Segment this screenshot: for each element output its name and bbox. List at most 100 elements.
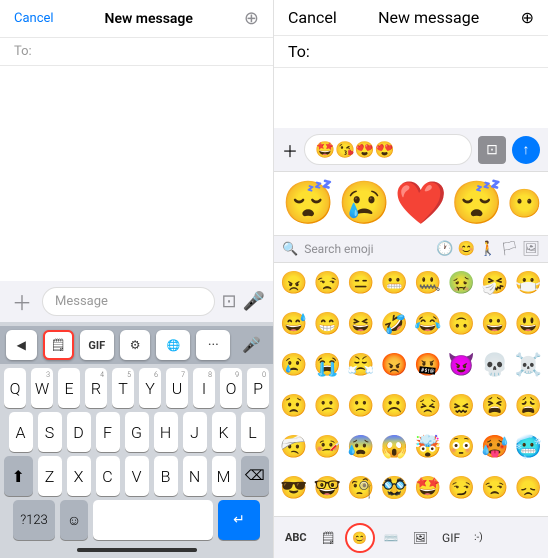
list-item[interactable]: 😅 bbox=[278, 308, 310, 340]
keyboard-gif-button[interactable]: GIF bbox=[80, 330, 114, 360]
list-item[interactable]: 🙁 bbox=[345, 390, 377, 422]
list-item[interactable]: ☹️ bbox=[379, 390, 411, 422]
key-x[interactable]: X bbox=[67, 456, 91, 496]
right-message-input-area[interactable]: 🤩😘😍😍 bbox=[304, 134, 472, 165]
key-l[interactable]: L bbox=[241, 412, 265, 452]
key-space[interactable] bbox=[93, 500, 213, 540]
keyboard-mic-button[interactable]: 🎤 bbox=[236, 330, 267, 360]
keyboard-language-button[interactable]: 🌐 bbox=[156, 330, 190, 360]
list-item[interactable]: 😑 bbox=[345, 267, 377, 299]
emoji-abc-button[interactable]: ABC bbox=[280, 528, 312, 547]
key-o[interactable]: O9 bbox=[220, 368, 242, 408]
key-m[interactable]: M bbox=[212, 456, 236, 496]
list-item[interactable]: 😒 bbox=[479, 473, 511, 505]
list-item[interactable]: 🧐 bbox=[345, 473, 377, 505]
key-num[interactable]: ?123 bbox=[13, 500, 55, 540]
right-doc-button[interactable]: ⊡ bbox=[478, 136, 506, 164]
key-h[interactable]: H bbox=[154, 412, 178, 452]
list-item[interactable]: 😀 bbox=[479, 308, 511, 340]
list-item[interactable]: 🤓 bbox=[312, 473, 344, 505]
list-item[interactable]: ☠️ bbox=[513, 349, 545, 381]
emoji-image-button[interactable]: 🖼 bbox=[408, 527, 433, 549]
list-item[interactable]: 🤒 bbox=[312, 432, 344, 464]
emoji-text-emoji-button[interactable]: :-) bbox=[469, 528, 488, 547]
emoji-keyboard-button[interactable]: ⌨️ bbox=[379, 527, 404, 549]
key-k[interactable]: K bbox=[212, 412, 236, 452]
list-item[interactable]: 😟 bbox=[278, 390, 310, 422]
list-item[interactable]: 😷 bbox=[513, 267, 545, 299]
right-send-button[interactable]: ↑ bbox=[512, 136, 540, 164]
key-d[interactable]: D bbox=[67, 412, 91, 452]
list-item[interactable]: 🤣 bbox=[379, 308, 411, 340]
key-r[interactable]: R4 bbox=[85, 368, 107, 408]
key-shift[interactable]: ⬆ bbox=[4, 456, 33, 496]
keyboard-more-button[interactable]: ··· bbox=[196, 330, 230, 360]
list-item[interactable]: 😫 bbox=[479, 390, 511, 422]
key-q[interactable]: Q bbox=[4, 368, 26, 408]
list-item[interactable]: 😖 bbox=[446, 390, 478, 422]
key-j[interactable]: J bbox=[183, 412, 207, 452]
key-s[interactable]: S bbox=[38, 412, 62, 452]
keyboard-emoji-button[interactable]: 🗒 bbox=[43, 330, 74, 360]
keyboard-settings-button[interactable]: ⚙ bbox=[120, 330, 151, 360]
key-y[interactable]: Y6 bbox=[139, 368, 161, 408]
list-item[interactable]: 😡 bbox=[379, 349, 411, 381]
list-item[interactable]: 🤬 bbox=[412, 349, 444, 381]
left-doc-icon[interactable]: ⊡ bbox=[221, 291, 236, 312]
list-item[interactable]: 😩 bbox=[513, 390, 545, 422]
key-v[interactable]: V bbox=[125, 456, 149, 496]
left-plus-button[interactable]: ＋ bbox=[8, 287, 36, 316]
list-item[interactable]: 😃 bbox=[513, 308, 545, 340]
list-item[interactable]: 😏 bbox=[446, 473, 478, 505]
key-u[interactable]: U7 bbox=[166, 368, 188, 408]
right-plus-button[interactable]: ＋ bbox=[282, 138, 298, 162]
list-item[interactable]: 🤯 bbox=[412, 432, 444, 464]
list-item[interactable]: 😣 bbox=[412, 390, 444, 422]
list-item[interactable]: 😬 bbox=[379, 267, 411, 299]
list-item[interactable]: 😢 bbox=[278, 349, 310, 381]
key-e[interactable]: E bbox=[58, 368, 80, 408]
list-item[interactable]: 🥵 bbox=[479, 432, 511, 464]
key-z[interactable]: Z bbox=[38, 456, 62, 496]
list-item[interactable]: 😒 bbox=[312, 267, 344, 299]
list-item[interactable]: 🤢 bbox=[446, 267, 478, 299]
key-i[interactable]: I8 bbox=[193, 368, 215, 408]
key-emoji[interactable]: ☺ bbox=[60, 500, 88, 540]
list-item[interactable]: 😁 bbox=[312, 308, 344, 340]
key-n[interactable]: N bbox=[183, 456, 207, 496]
left-message-input[interactable]: Message bbox=[42, 287, 215, 316]
list-item[interactable]: 🥸 bbox=[379, 473, 411, 505]
list-item[interactable]: 🥶 bbox=[513, 432, 545, 464]
list-item[interactable]: 😂 bbox=[412, 308, 444, 340]
list-item[interactable]: 🤧 bbox=[479, 267, 511, 299]
list-item[interactable]: 🤕 bbox=[278, 432, 310, 464]
list-item[interactable]: 🤐 bbox=[412, 267, 444, 299]
left-cancel-button[interactable]: Cancel bbox=[14, 11, 54, 26]
emoji-smiley-button[interactable]: 😊 bbox=[345, 523, 375, 553]
key-enter[interactable]: ↵ bbox=[218, 500, 260, 540]
key-g[interactable]: G bbox=[125, 412, 149, 452]
key-f[interactable]: F bbox=[96, 412, 120, 452]
list-item[interactable]: 😕 bbox=[312, 390, 344, 422]
list-item[interactable]: 😆 bbox=[345, 308, 377, 340]
list-item[interactable]: 🤩 bbox=[412, 473, 444, 505]
list-item[interactable]: 💀 bbox=[479, 349, 511, 381]
key-c[interactable]: C bbox=[96, 456, 120, 496]
list-item[interactable]: 😞 bbox=[513, 473, 545, 505]
list-item[interactable]: 😱 bbox=[379, 432, 411, 464]
emoji-gif-button[interactable]: GIF bbox=[437, 527, 465, 549]
list-item[interactable]: 😳 bbox=[446, 432, 478, 464]
list-item[interactable]: 😤 bbox=[345, 349, 377, 381]
key-a[interactable]: A bbox=[9, 412, 33, 452]
list-item[interactable]: 😭 bbox=[312, 349, 344, 381]
key-w[interactable]: W3 bbox=[31, 368, 53, 408]
key-b[interactable]: B bbox=[154, 456, 178, 496]
add-contact-icon[interactable]: ⊕ bbox=[244, 8, 259, 29]
list-item[interactable]: 🙃 bbox=[446, 308, 478, 340]
keyboard-back-button[interactable]: ◀ bbox=[6, 330, 37, 360]
list-item[interactable]: 😰 bbox=[345, 432, 377, 464]
list-item[interactable]: 😈 bbox=[446, 349, 478, 381]
key-backspace[interactable]: ⌫ bbox=[241, 456, 270, 496]
right-add-contact-icon[interactable]: ⊕ bbox=[521, 8, 534, 27]
right-cancel-button[interactable]: Cancel bbox=[288, 8, 337, 27]
